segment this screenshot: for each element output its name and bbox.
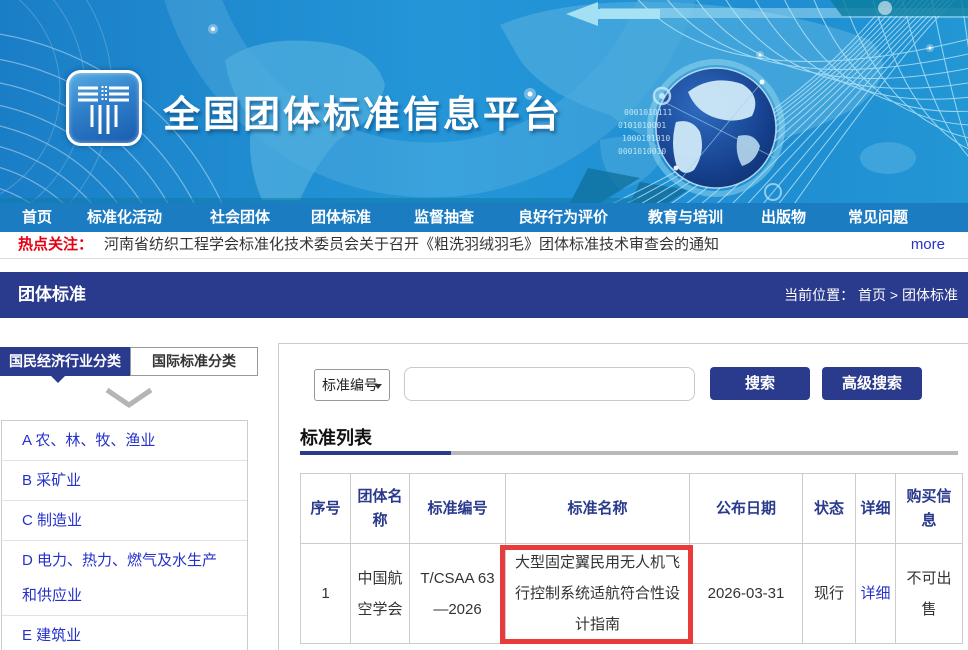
search-field-selector-value: 标准编号	[322, 377, 378, 393]
nav-item-publications[interactable]: 出版物	[761, 203, 806, 232]
cell-org: 中国航空学会	[351, 544, 410, 644]
nav-item-education[interactable]: 教育与培训	[648, 203, 723, 232]
breadcrumb-label: 当前位置：	[784, 287, 854, 303]
search-input[interactable]	[404, 367, 695, 401]
advanced-search-button[interactable]: 高级搜索	[822, 367, 922, 400]
svg-text:0001010111: 0001010111	[624, 108, 672, 117]
cell-publish-date: 2026-03-31	[690, 544, 803, 644]
column-header-seq: 序号	[301, 474, 351, 544]
cell-purchase-info: 不可出售	[896, 544, 963, 644]
nav-item-standardization-activities[interactable]: 标准化活动	[87, 203, 162, 232]
table-header-row: 序号 团体名称 标准编号 标准名称 公布日期 状态 详细 购买信息	[301, 474, 963, 544]
svg-text:0001010010: 0001010010	[618, 147, 666, 156]
column-header-date: 公布日期	[690, 474, 803, 544]
cell-standard-code: T/CSAA 63 —2026	[410, 544, 506, 644]
cell-detail: 详细	[856, 544, 896, 644]
more-link[interactable]: more	[911, 232, 945, 258]
breadcrumb: 当前位置： 首页 > 团体标准	[784, 272, 958, 318]
industry-category-list: A 农、林、牧、渔业 B 采矿业 C 制造业 D 电力、热力、燃气及水生产和供应…	[1, 420, 248, 650]
svg-text:1000101010: 1000101010	[622, 134, 670, 143]
group-standard-platform-page: 0001010111 0101010001 1000101010 0001010…	[0, 0, 968, 650]
nav-item-social-groups[interactable]: 社会团体	[210, 203, 270, 232]
breadcrumb-home-link[interactable]: 首页	[858, 287, 886, 303]
site-title: 全国团体标准信息平台	[163, 84, 563, 138]
column-header-detail: 详细	[856, 474, 896, 544]
category-item-c-manufacturing[interactable]: C 制造业	[2, 501, 247, 541]
column-header-code: 标准编号	[410, 474, 506, 544]
category-item-e-construction[interactable]: E 建筑业	[2, 616, 247, 650]
category-item-b-mining[interactable]: B 采矿业	[2, 461, 247, 501]
select-chevron-icon	[374, 384, 382, 389]
page-title-band: 团体标准 当前位置： 首页 > 团体标准	[0, 272, 968, 318]
annotation-highlight-box	[500, 545, 693, 644]
tab-national-economy-classification[interactable]: 国民经济行业分类	[0, 347, 130, 376]
tab-international-standard-classification[interactable]: 国际标准分类	[130, 347, 258, 376]
nav-item-faq[interactable]: 常见问题	[848, 203, 908, 232]
nav-item-group-standards[interactable]: 团体标准	[311, 203, 371, 232]
column-header-org: 团体名称	[351, 474, 410, 544]
column-header-purchase: 购买信息	[896, 474, 963, 544]
cell-seq: 1	[301, 544, 351, 644]
hot-topics-label: 热点关注：	[18, 232, 93, 258]
column-header-status: 状态	[803, 474, 856, 544]
hot-topic-headline-link[interactable]: 河南省纺织工程学会标准化技术委员会关于召开《粗洗羽绒羽毛》团体标准技术审查会的通…	[104, 232, 719, 258]
top-right-band	[830, 0, 968, 16]
detail-link[interactable]: 详细	[860, 585, 890, 602]
column-header-name: 标准名称	[506, 474, 690, 544]
hot-topics-bar: 热点关注： 河南省纺织工程学会标准化技术委员会关于召开《粗洗羽绒羽毛》团体标准技…	[0, 232, 968, 259]
active-tab-pointer	[51, 376, 65, 383]
chevron-down-icon	[104, 387, 154, 409]
cell-status: 现行	[803, 544, 856, 644]
site-banner: 0001010111 0101010001 1000101010 0001010…	[0, 0, 968, 203]
nav-item-supervision[interactable]: 监督抽查	[414, 203, 474, 232]
page-title: 团体标准	[18, 272, 86, 318]
search-field-selector[interactable]: 标准编号	[314, 369, 390, 401]
nav-item-good-behavior[interactable]: 良好行为评价	[518, 203, 608, 232]
search-button[interactable]: 搜索	[710, 367, 810, 400]
standards-list-title: 标准列表	[300, 424, 372, 450]
nav-item-home[interactable]: 首页	[22, 203, 52, 232]
main-nav: 首页 标准化活动 社会团体 团体标准 监督抽查 良好行为评价 教育与培训 出版物…	[0, 203, 968, 232]
list-title-rule	[300, 451, 958, 455]
breadcrumb-separator: >	[890, 287, 902, 303]
svg-text:0101010001: 0101010001	[618, 121, 666, 130]
site-logo[interactable]	[66, 70, 142, 146]
category-item-a-agriculture[interactable]: A 农、林、牧、渔业	[2, 421, 247, 461]
category-item-d-utilities[interactable]: D 电力、热力、燃气及水生产和供应业	[2, 541, 247, 616]
breadcrumb-current-link[interactable]: 团体标准	[902, 287, 958, 303]
